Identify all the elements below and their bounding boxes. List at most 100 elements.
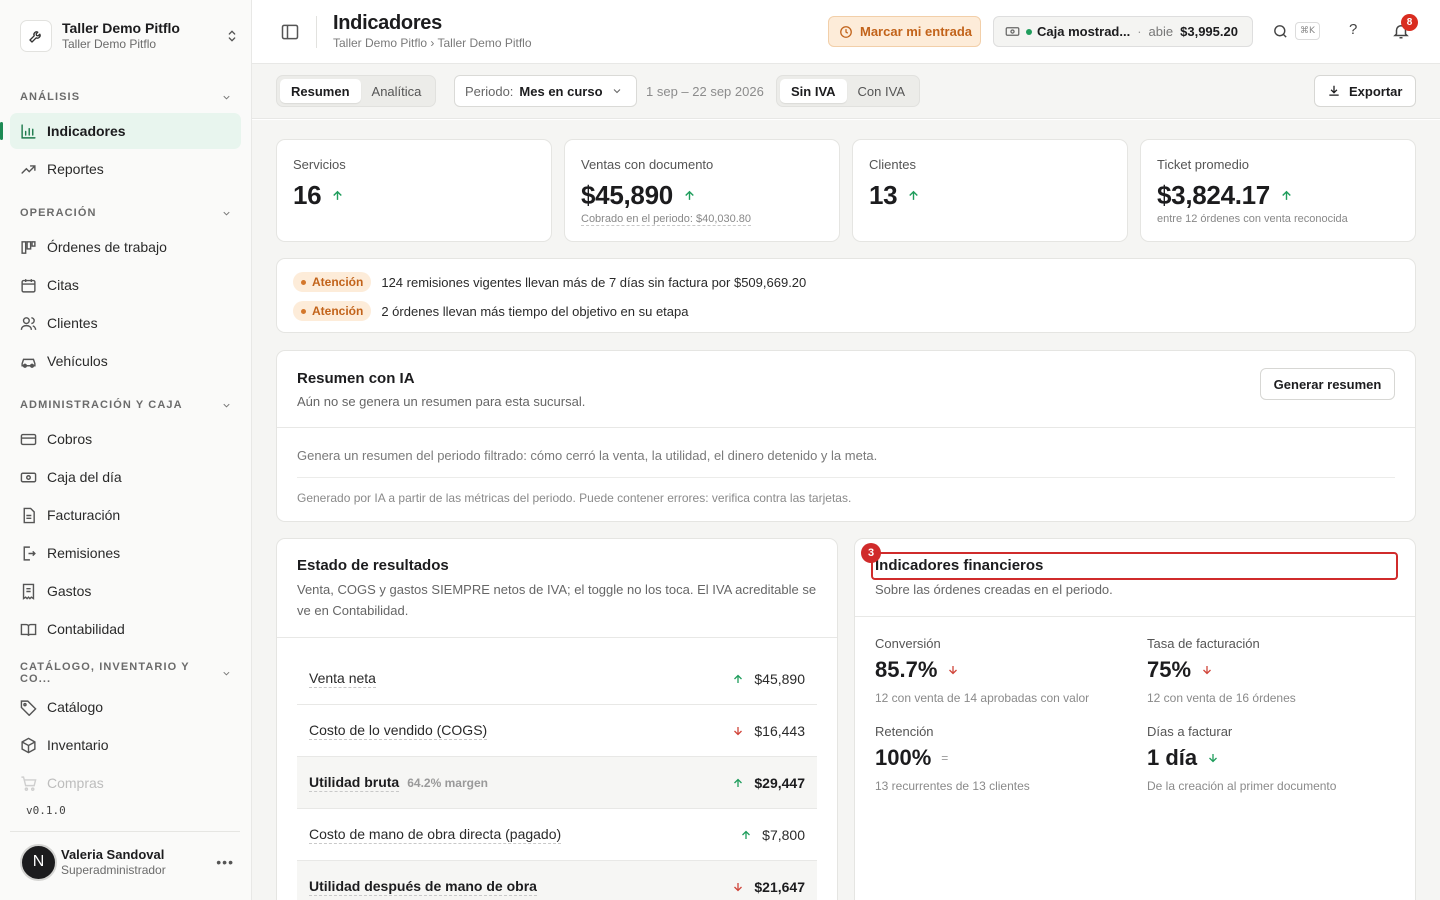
kpi-value: $45,890 — [581, 180, 696, 211]
sidebar-toggle-icon[interactable] — [280, 22, 300, 42]
step-marker: 3 — [861, 543, 881, 563]
divider — [277, 637, 837, 638]
alert-row[interactable]: Atención 2 órdenes llevan más tiempo del… — [293, 301, 688, 321]
pl-label[interactable]: Costo de mano de obra directa (pagado) — [309, 826, 562, 844]
cash-register-selector[interactable]: Caja mostrad... · abie $3,995.20 — [993, 16, 1253, 47]
org-switcher[interactable]: Taller Demo Pitflo Taller Demo Pitflo — [20, 18, 240, 54]
export-button[interactable]: Exportar — [1314, 75, 1416, 107]
kpi-label: Clientes — [869, 157, 916, 172]
sidebar-item-vehiculos[interactable]: Vehículos — [10, 343, 241, 379]
metric-value: 75% — [1147, 657, 1296, 683]
financial-indicators-card: Indicadores financieros Sobre las órdene… — [854, 538, 1416, 900]
section-label: OPERACIÓN — [20, 207, 97, 219]
export-label: Exportar — [1349, 83, 1403, 99]
sidebar-item-citas[interactable]: Citas — [10, 267, 241, 303]
section-administracion[interactable]: ADMINISTRACIÓN Y CAJA — [20, 397, 232, 413]
alert-badge: Atención — [293, 301, 372, 321]
search-icon[interactable] — [1272, 23, 1289, 40]
kpi-label: Servicios — [293, 157, 346, 172]
alert-row[interactable]: Atención 124 remisiones vigentes llevan … — [293, 272, 806, 292]
tab-sin-iva[interactable]: Sin IVA — [780, 79, 847, 103]
sidebar-item-reportes[interactable]: Reportes — [10, 151, 241, 187]
kpi-sub[interactable]: Cobrado en el periodo: $40,030.80 — [581, 213, 752, 226]
kpi-number: 13 — [869, 180, 898, 210]
tab-con-iva[interactable]: Con IVA — [847, 79, 916, 103]
section-analisis[interactable]: ANÁLISIS — [20, 89, 232, 105]
main-content: Servicios 16 Ventas con documento $45,89… — [252, 120, 1440, 900]
arrow-up-icon — [685, 190, 694, 200]
more-icon[interactable]: ••• — [216, 854, 234, 870]
kpi-label: Ventas con documento — [581, 157, 714, 172]
kpi-card-ventas: Ventas con documento $45,890 Cobrado en … — [564, 139, 840, 242]
sidebar-item-label: Cobros — [47, 431, 93, 447]
arrow-down-icon — [1209, 754, 1218, 763]
sidebar-item-label: Clientes — [47, 315, 98, 331]
tab-analitica[interactable]: Analítica — [361, 79, 433, 103]
tab-resumen[interactable]: Resumen — [280, 79, 361, 103]
kpi-value: 13 — [869, 180, 920, 211]
sidebar-item-cobros[interactable]: Cobros — [10, 421, 241, 457]
divider — [297, 477, 1395, 478]
file-export-icon — [23, 545, 36, 561]
arrow-up-icon — [1282, 190, 1291, 200]
period-select[interactable]: Periodo: Mes en curso — [454, 75, 637, 107]
sidebar-item-contabilidad[interactable]: Contabilidad — [10, 611, 241, 647]
sidebar-item-gastos[interactable]: Gastos — [10, 573, 241, 609]
ai-summary-note: Generado por IA a partir de las métricas… — [297, 491, 852, 505]
alert-text: 124 remisiones vigentes llevan más de 7 … — [381, 274, 807, 290]
sidebar-item-label: Inventario — [47, 737, 109, 753]
download-icon — [1329, 85, 1339, 96]
calendar-icon — [21, 278, 36, 293]
credit-card-icon — [20, 433, 37, 445]
clock-in-label: Marcar mi entrada — [860, 24, 972, 39]
sidebar-item-label: Indicadores — [47, 123, 126, 139]
pl-value: $7,800 — [762, 826, 805, 843]
chevron-down-icon — [223, 671, 230, 675]
active-indicator — [0, 122, 3, 140]
chevron-down-icon — [613, 89, 620, 94]
sidebar-item-ordenes[interactable]: Órdenes de trabajo — [10, 229, 241, 265]
clock-in-button[interactable]: Marcar mi entrada — [828, 16, 981, 47]
period-label: Periodo: — [465, 83, 514, 99]
sidebar-item-remisiones[interactable]: Remisiones — [10, 535, 241, 571]
metric-value: 1 día — [1147, 745, 1336, 771]
help-icon[interactable]: ? — [1349, 21, 1357, 38]
warning-dot — [301, 308, 306, 314]
user-menu[interactable]: N Valeria Sandoval Superadministrador ••… — [20, 843, 240, 881]
metric-number: 75% — [1147, 657, 1192, 682]
warning-dot — [301, 279, 306, 285]
wrench-icon — [20, 20, 52, 52]
sidebar-item-inventario[interactable]: Inventario — [10, 727, 241, 763]
sidebar-item-label: Órdenes de trabajo — [47, 239, 167, 255]
pl-label[interactable]: Utilidad después de mano de obra — [309, 878, 537, 896]
pl-row-venta-neta: Venta neta $45,890 — [297, 653, 817, 705]
section-catalogo[interactable]: CATÁLOGO, INVENTARIO Y CO... — [20, 661, 232, 685]
section-label: CATÁLOGO, INVENTARIO Y CO... — [20, 661, 190, 685]
kpi-card-clientes: Clientes 13 — [852, 139, 1128, 242]
metric-sub: 13 recurrentes de 13 clientes — [875, 779, 1030, 793]
kpi-number: 16 — [293, 180, 322, 210]
kpi-card-servicios: Servicios 16 — [276, 139, 552, 242]
pl-label[interactable]: Venta neta — [309, 670, 376, 688]
pl-label[interactable]: Costo de lo vendido (COGS) — [309, 722, 488, 740]
top-header: Indicadores Taller Demo Pitflo › Taller … — [252, 0, 1440, 64]
section-operacion[interactable]: OPERACIÓN — [20, 205, 232, 221]
sidebar-item-catalogo[interactable]: Catálogo — [10, 689, 241, 725]
sidebar-item-caja[interactable]: Caja del día — [10, 459, 241, 495]
sidebar-item-compras[interactable]: Compras — [10, 765, 241, 801]
users-icon — [20, 316, 37, 330]
metric-value: 85.7% — [875, 657, 1089, 683]
arrow-up-icon — [734, 674, 743, 683]
pl-value: $45,890 — [754, 670, 805, 687]
sidebar-item-facturacion[interactable]: Facturación — [10, 497, 241, 533]
sidebar-item-indicadores[interactable]: Indicadores — [10, 113, 241, 149]
divider — [10, 831, 240, 832]
sidebar-item-clientes[interactable]: Clientes — [10, 305, 241, 341]
org-name: Taller Demo Pitflo — [62, 20, 180, 36]
tax-toggle: Sin IVA Con IVA — [776, 75, 920, 107]
pl-label[interactable]: Utilidad bruta — [309, 774, 400, 792]
metric-number: 85.7% — [875, 657, 938, 682]
generate-summary-button[interactable]: Generar resumen — [1260, 368, 1395, 400]
app-version: v0.1.0 — [26, 804, 66, 817]
status-dot — [1026, 28, 1032, 35]
